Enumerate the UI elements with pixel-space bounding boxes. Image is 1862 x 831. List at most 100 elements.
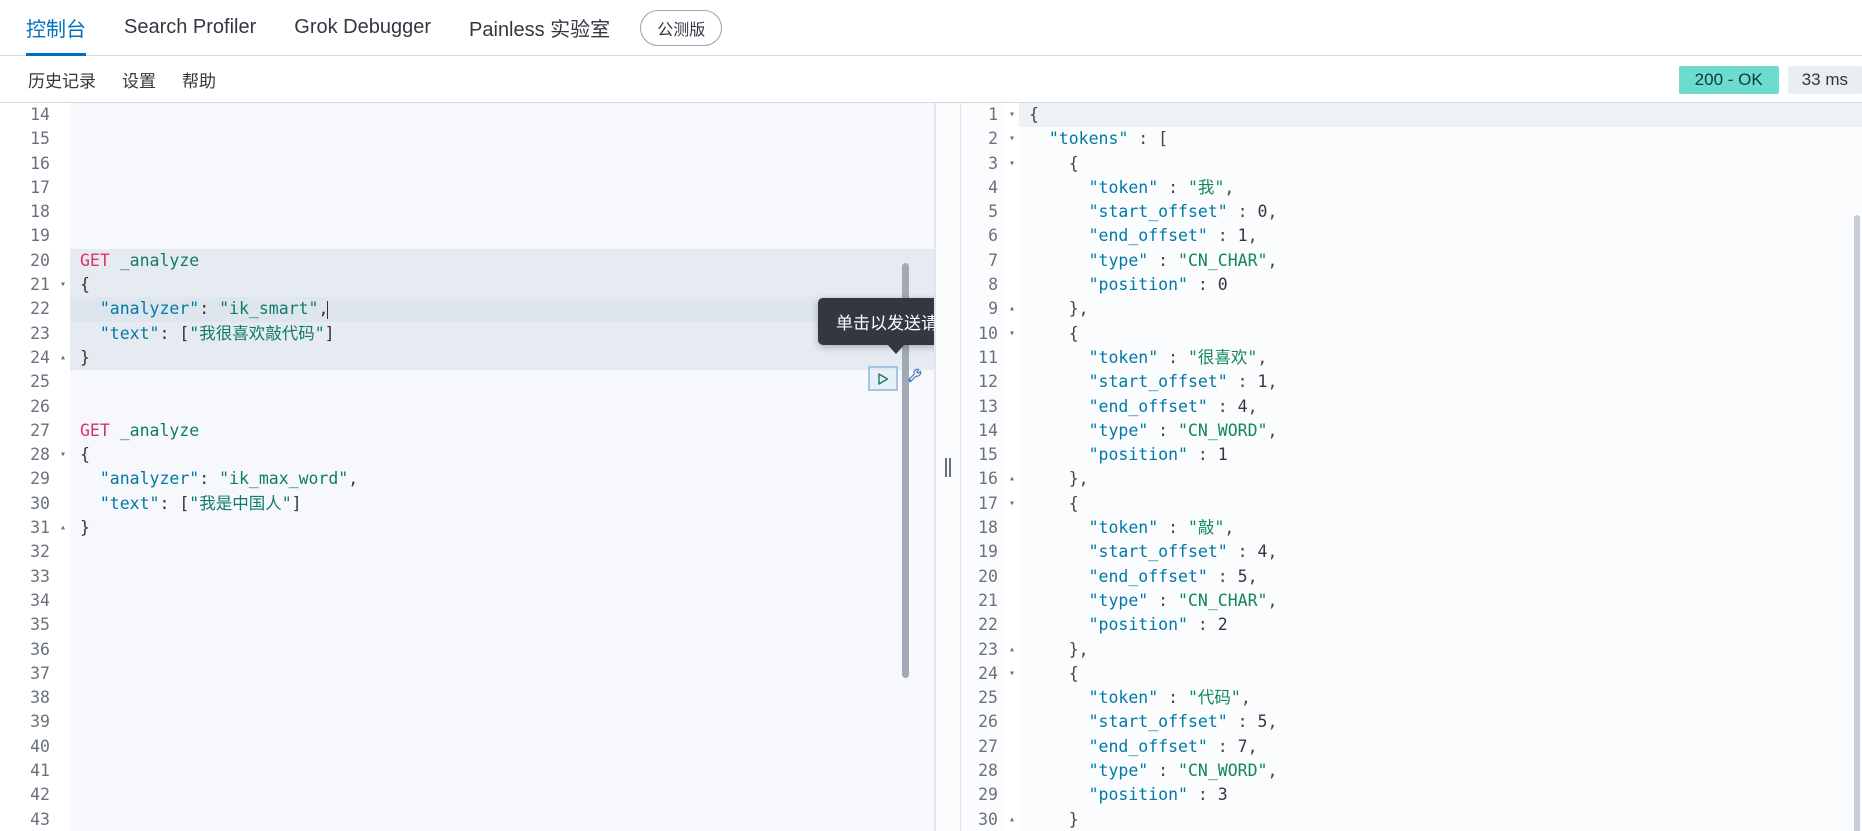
fold-toggle-icon[interactable]: ▾ <box>1005 491 1019 517</box>
code-token: { <box>1068 323 1079 343</box>
code-token: : <box>1148 420 1179 440</box>
code-line[interactable]: 40 <box>0 734 934 760</box>
response-viewer-scrollbar[interactable] <box>1854 215 1860 831</box>
code-line[interactable]: 7 "type" : "CN_CHAR", <box>935 248 1862 274</box>
code-line[interactable]: 10 ▾ { <box>935 321 1862 346</box>
code-line[interactable]: 6 "end_offset" : 1, <box>935 224 1862 249</box>
code-line[interactable]: 43 <box>0 807 934 831</box>
fold-toggle-icon[interactable]: ▾ <box>1005 127 1019 152</box>
code-line[interactable]: 5 "start_offset" : 0, <box>935 200 1862 225</box>
code-line[interactable]: 17 <box>0 175 934 201</box>
code-line[interactable]: 20 GET _analyze <box>0 248 934 274</box>
code-line-content: "tokens" : [ <box>1019 127 1862 151</box>
code-line[interactable]: 34 <box>0 588 934 614</box>
tab-label: Grok Debugger <box>294 16 432 38</box>
code-line[interactable]: 28 "type" : "CN_WORD", <box>935 759 1862 784</box>
code-line[interactable]: 37 <box>0 661 934 687</box>
code-line[interactable]: 35 <box>0 613 934 638</box>
fold-toggle-icon[interactable]: ▾ <box>1005 321 1019 346</box>
code-line[interactable]: 18 <box>0 200 934 225</box>
response-status-group: 200 - OK 33 ms <box>1678 66 1862 94</box>
code-line[interactable]: 26 <box>0 394 934 419</box>
request-options-button[interactable] <box>904 368 926 390</box>
line-number: 34 <box>0 588 56 614</box>
code-token: "token" <box>1088 518 1159 538</box>
code-line[interactable]: 15 "position" : 1 <box>935 443 1862 468</box>
code-line[interactable]: 1 ▾{ <box>935 103 1862 128</box>
code-line[interactable]: 24 ▴} <box>0 345 934 371</box>
menu-item-2[interactable]: 设置 <box>122 67 156 92</box>
code-line[interactable]: 33 <box>0 564 934 589</box>
code-line[interactable]: 29 "analyzer": "ik_max_word", <box>0 467 934 492</box>
tab-2[interactable]: Search Profiler <box>124 0 256 56</box>
code-line[interactable]: 4 "token" : "我", <box>935 175 1862 201</box>
fold-toggle-icon[interactable]: ▾ <box>1005 103 1019 128</box>
fold-toggle-icon[interactable]: ▴ <box>1005 467 1019 492</box>
code-line[interactable]: 25 <box>0 370 934 395</box>
code-line[interactable]: 8 "position" : 0 <box>935 273 1862 298</box>
send-request-button[interactable] <box>868 366 898 391</box>
code-line[interactable]: 18 "token" : "敲", <box>935 516 1862 541</box>
code-line[interactable]: 30 "text": ["我是中国人"] <box>0 491 934 517</box>
code-line[interactable]: 16 ▴ }, <box>935 467 1862 492</box>
code-line[interactable]: 19 "start_offset" : 4, <box>935 540 1862 565</box>
code-line[interactable]: 9 ▴ }, <box>935 297 1862 322</box>
menu-item-1[interactable]: 历史记录 <box>28 67 96 92</box>
code-line[interactable]: 28 ▾ { <box>0 443 934 468</box>
code-line[interactable]: 17 ▾ { <box>935 491 1862 517</box>
pane-splitter[interactable] <box>935 103 961 831</box>
fold-toggle-icon[interactable]: ▾ <box>56 443 70 468</box>
code-line[interactable]: 26 "start_offset" : 5, <box>935 710 1862 735</box>
request-editor-pane[interactable]: 14 15 16 17 18 19 20 GET _analyze 21 ▾{22 "analyz… <box>0 103 935 831</box>
code-line[interactable]: 23 "text": ["我很喜欢敲代码"] <box>0 321 934 346</box>
response-viewer-code[interactable]: 1 ▾{2 ▾ "tokens" : [3 ▾ {4 "token" : "我", 5 … <box>935 103 1862 831</box>
fold-toggle-icon[interactable]: ▾ <box>1005 661 1019 687</box>
fold-toggle-icon[interactable]: ▴ <box>1005 297 1019 322</box>
code-line[interactable]: 14 <box>0 103 934 128</box>
code-line[interactable]: 19 <box>0 224 934 249</box>
code-line[interactable]: 23 ▴ }, <box>935 637 1862 662</box>
code-line[interactable]: 13 "end_offset" : 4, <box>935 394 1862 419</box>
code-line[interactable]: 29 "position" : 3 <box>935 783 1862 808</box>
fold-toggle-icon[interactable]: ▾ <box>56 273 70 298</box>
fold-toggle-icon[interactable]: ▴ <box>1005 807 1019 831</box>
code-line[interactable]: 39 <box>0 710 934 735</box>
code-line[interactable]: 12 "start_offset" : 1, <box>935 370 1862 395</box>
code-line[interactable]: 42 <box>0 783 934 808</box>
code-line[interactable]: 3 ▾ { <box>935 151 1862 176</box>
code-line[interactable]: 14 "type" : "CN_WORD", <box>935 418 1862 444</box>
code-line[interactable]: 21 "type" : "CN_CHAR", <box>935 588 1862 614</box>
code-line[interactable]: 30 ▴ } <box>935 807 1862 831</box>
code-line[interactable]: 41 <box>0 759 934 784</box>
code-line[interactable]: 24 ▾ { <box>935 661 1862 687</box>
code-line[interactable]: 36 <box>0 637 934 662</box>
tab-1[interactable]: 控制台 <box>26 0 86 56</box>
code-line[interactable]: 11 "token" : "很喜欢", <box>935 345 1862 371</box>
code-line[interactable]: 27 GET _analyze <box>0 418 934 444</box>
code-line[interactable]: 27 "end_offset" : 7, <box>935 734 1862 760</box>
code-line[interactable]: 15 <box>0 127 934 152</box>
code-token: : <box>1148 250 1179 270</box>
code-line[interactable]: 21 ▾ { <box>0 273 934 298</box>
code-line[interactable]: 22 "analyzer": "ik_smart", <box>0 297 934 322</box>
code-line-content: "position" : 2 <box>1019 613 1862 637</box>
tab-3[interactable]: Grok Debugger <box>294 0 431 56</box>
code-line[interactable]: 31 ▴} <box>0 516 934 541</box>
menu-item-3[interactable]: 帮助 <box>182 67 216 92</box>
fold-toggle-icon[interactable]: ▾ <box>1005 151 1019 176</box>
code-line[interactable]: 32 <box>0 540 934 565</box>
fold-toggle-icon[interactable]: ▴ <box>56 345 70 371</box>
code-line[interactable]: 25 "token" : "代码", <box>935 686 1862 711</box>
code-line[interactable]: 16 <box>0 151 934 176</box>
code-line[interactable]: 2 ▾ "tokens" : [ <box>935 127 1862 152</box>
request-editor-code[interactable]: 14 15 16 17 18 19 20 GET _analyze 21 ▾{22 "analyz… <box>0 103 934 831</box>
code-line[interactable]: 38 <box>0 686 934 711</box>
tab-4[interactable]: Painless 实验室 <box>469 0 610 56</box>
code-line[interactable]: 20 "end_offset" : 5, <box>935 564 1862 589</box>
fold-toggle-icon[interactable]: ▴ <box>56 516 70 541</box>
code-line[interactable]: 22 "position" : 2 <box>935 613 1862 638</box>
code-line-content <box>70 710 934 734</box>
response-viewer-pane[interactable]: 1 ▾{2 ▾ "tokens" : [3 ▾ {4 "token" : "我", 5 … <box>935 103 1862 831</box>
code-token: : <box>1158 347 1188 367</box>
fold-toggle-icon[interactable]: ▴ <box>1005 637 1019 662</box>
